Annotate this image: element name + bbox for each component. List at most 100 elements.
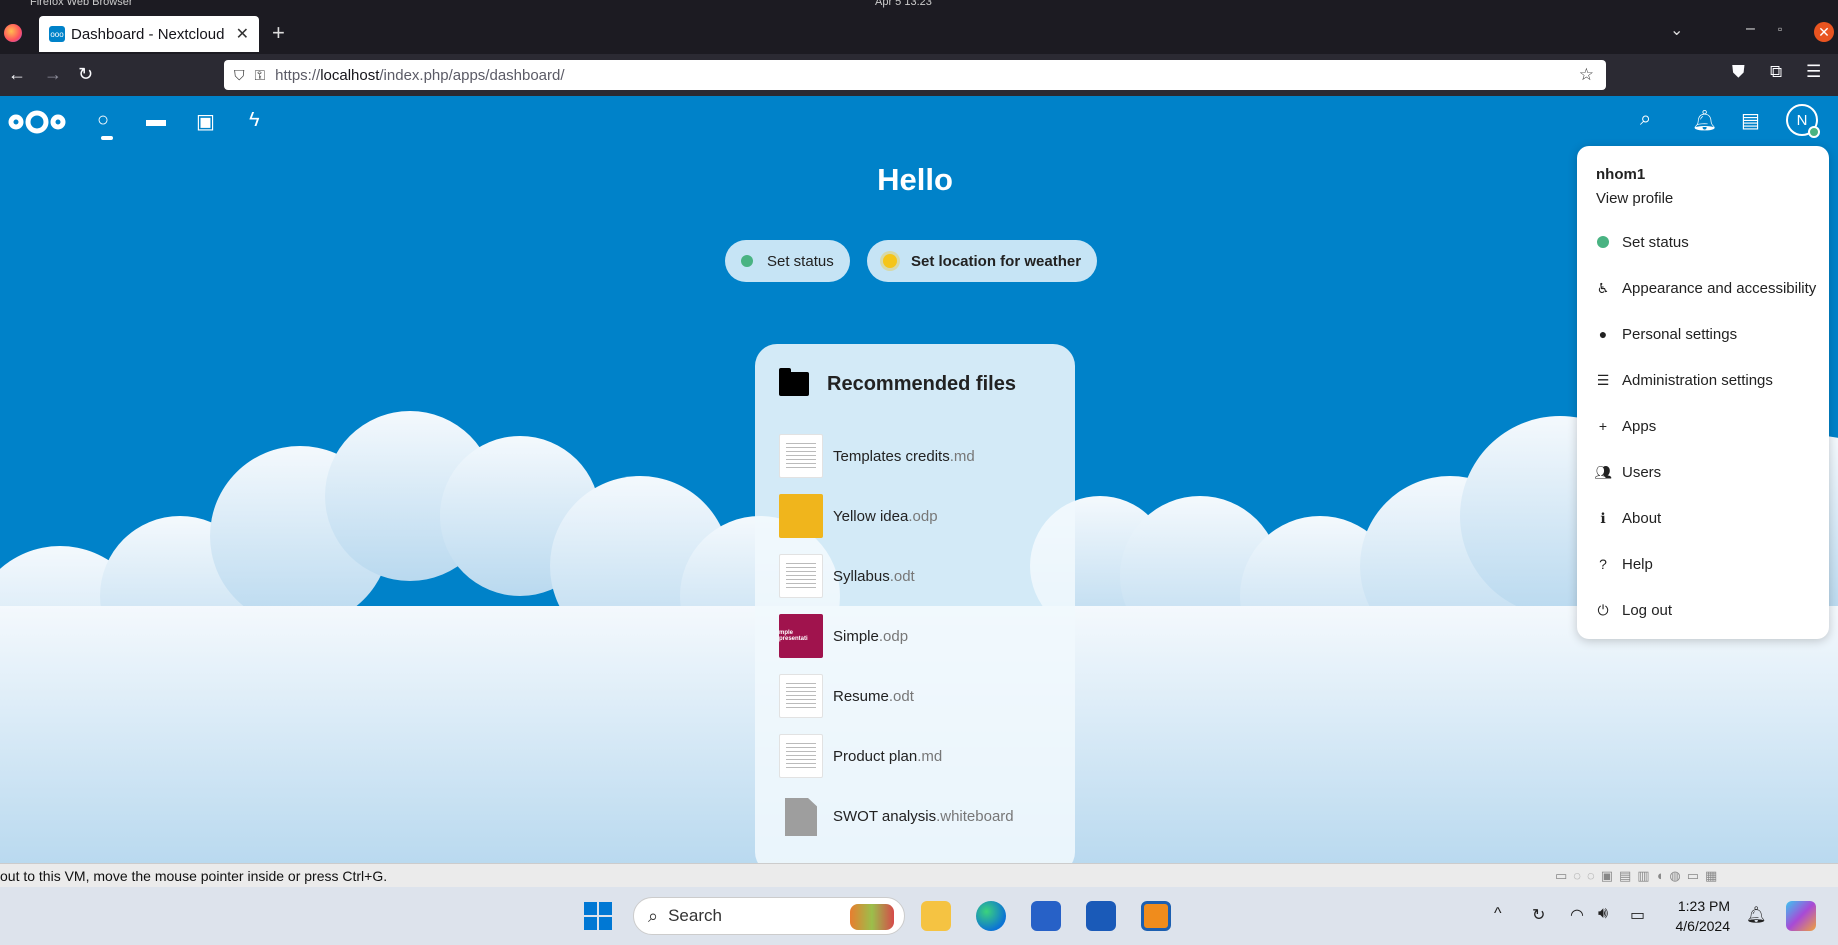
file-item-templates-credits[interactable]: Templates credits .md: [779, 433, 975, 479]
file-explorer-icon[interactable]: [921, 901, 951, 931]
tab-close-icon[interactable]: ✕: [236, 24, 249, 44]
minimize-button[interactable]: –: [1746, 20, 1755, 38]
windows-taskbar: ⌕ Search ^ ↻ ◠ 🔊︎ ▭ 1:23 PM 4/6/2024 🔔︎: [0, 887, 1838, 945]
vm-device-icons[interactable]: ▭◌◌▣▤▥◖◍▭▦: [1555, 868, 1723, 884]
notification-bell-icon[interactable]: 🔔︎: [1746, 905, 1766, 925]
taskbar-search-box[interactable]: ⌕ Search: [633, 897, 905, 935]
file-item-syllabus[interactable]: Syllabus .odt: [779, 553, 915, 599]
vm-status-bar: out to this VM, move the mouse pointer i…: [0, 863, 1838, 887]
thumb-text: mple presentati: [779, 630, 808, 642]
sync-icon[interactable]: ↻: [1532, 905, 1545, 925]
windows-start-icon[interactable]: [584, 902, 612, 930]
avatar-status-dot: [1808, 126, 1820, 138]
set-status-button[interactable]: Set status: [725, 240, 850, 282]
taskbar-search-label: Search: [668, 906, 722, 925]
menu-item-label: Personal settings: [1622, 325, 1738, 343]
notifications-bell-icon[interactable]: 🔔︎: [1692, 108, 1717, 133]
accessibility-icon: ♿︎: [1596, 279, 1610, 296]
firefox-icon[interactable]: [4, 24, 22, 42]
store-icon[interactable]: [1086, 901, 1116, 931]
os-clock: Apr 5 13:23: [875, 0, 932, 8]
view-profile-link[interactable]: View profile: [1596, 190, 1673, 207]
vm-message: out to this VM, move the mouse pointer i…: [0, 868, 388, 884]
tray-chevron-icon[interactable]: ^: [1494, 905, 1502, 923]
extensions-icon[interactable]: ⧉: [1770, 62, 1782, 82]
files-app-icon[interactable]: ▬: [146, 109, 166, 132]
contacts-icon[interactable]: ▤: [1741, 108, 1760, 133]
file-item-product-plan[interactable]: Product plan .md: [779, 733, 942, 779]
battery-icon[interactable]: ▭: [1630, 905, 1645, 925]
dashboard-app-icon[interactable]: ○: [97, 109, 114, 140]
tab-list-chevron-icon[interactable]: ⌄: [1670, 20, 1683, 40]
wifi-icon[interactable]: ◠: [1570, 905, 1584, 925]
status-dot-icon: [1597, 236, 1609, 248]
nextcloud-logo-icon[interactable]: [6, 108, 68, 136]
menu-item-logout[interactable]: ⏻ Log out: [1594, 598, 1672, 622]
os-app-name: Firefox Web Browser: [30, 0, 133, 8]
menu-item-set-status[interactable]: Set status: [1594, 230, 1689, 254]
photos-app-icon[interactable]: ▣: [196, 109, 215, 134]
menu-item-apps[interactable]: + Apps: [1594, 414, 1656, 438]
file-name: Templates credits: [833, 447, 950, 465]
file-thumbnail: [779, 734, 823, 778]
restore-button[interactable]: ▫: [1778, 22, 1782, 36]
file-item-swot-analysis[interactable]: SWOT analysis .whiteboard: [779, 793, 1014, 839]
reload-icon[interactable]: ↻: [78, 64, 93, 85]
menu-item-help[interactable]: ? Help: [1594, 552, 1653, 576]
forward-icon[interactable]: →: [44, 64, 62, 85]
menu-item-label: Set status: [1622, 233, 1689, 251]
avatar-initial: N: [1796, 111, 1808, 129]
menu-item-users[interactable]: 👥︎ Users: [1594, 460, 1661, 484]
user-menu-dropdown: nhom1 View profile Set status ♿︎ Appeara…: [1577, 146, 1829, 639]
person-icon: ●: [1598, 326, 1608, 342]
back-icon[interactable]: ←: [8, 64, 26, 85]
taskbar-clock[interactable]: 1:23 PM 4/6/2024: [1660, 896, 1731, 936]
pocket-icon[interactable]: ⛊: [1732, 62, 1745, 82]
panel-header: Recommended files: [779, 368, 1016, 396]
file-thumbnail: [779, 674, 823, 718]
url-bar[interactable]: ⛉ ⚿ https://localhost/index.php/apps/das…: [224, 60, 1606, 90]
copilot-icon[interactable]: [1786, 901, 1816, 931]
help-icon: ?: [1599, 556, 1607, 572]
nextcloud-favicon-icon: ooo: [49, 26, 65, 42]
nextcloud-header: ○ ▬ ▣ ϟ ⌕ 🔔︎ ▤ N: [0, 96, 1838, 146]
greeting-title: Hello: [877, 162, 953, 197]
menu-item-label: Help: [1622, 555, 1653, 573]
file-ext: .whiteboard: [936, 807, 1014, 825]
menu-hamburger-icon[interactable]: ☰: [1806, 62, 1821, 82]
menu-item-admin-settings[interactable]: ☰ Administration settings: [1594, 368, 1773, 392]
browser-tab-dashboard[interactable]: ooo Dashboard - Nextcloud ✕: [39, 16, 259, 52]
activity-app-icon[interactable]: ϟ: [249, 109, 260, 132]
file-generic-icon: [779, 794, 823, 838]
file-ext: .md: [949, 447, 975, 465]
new-tab-button[interactable]: +: [272, 20, 285, 46]
menu-item-personal-settings[interactable]: ● Personal settings: [1594, 322, 1737, 346]
virtualbox-icon[interactable]: [1141, 901, 1171, 931]
plus-icon: +: [1598, 418, 1608, 434]
info-icon: ℹ: [1600, 509, 1606, 526]
volume-icon[interactable]: 🔊︎: [1598, 905, 1608, 923]
power-icon: ⏻: [1597, 601, 1609, 618]
menu-item-about[interactable]: ℹ About: [1594, 506, 1661, 530]
users-icon: 👥︎: [1594, 463, 1612, 480]
tracking-shield-icon[interactable]: ⛉: [234, 67, 245, 84]
bookmark-star-icon[interactable]: ☆: [1579, 65, 1594, 85]
weather-label: Set location for weather: [911, 252, 1082, 270]
window-close-button[interactable]: ✕: [1814, 22, 1834, 42]
file-name: SWOT analysis: [833, 807, 937, 825]
taskbar-date: 4/6/2024: [1675, 918, 1731, 934]
file-item-yellow-idea[interactable]: Yellow idea .odp: [779, 493, 938, 539]
search-icon[interactable]: ⌕: [1640, 108, 1651, 131]
app-icon-1[interactable]: [1031, 901, 1061, 931]
recommended-files-panel: Recommended files Templates credits .md Y…: [755, 344, 1075, 863]
search-icon: ⌕: [648, 905, 659, 926]
edge-browser-icon[interactable]: [976, 901, 1006, 931]
menu-item-appearance[interactable]: ♿︎ Appearance and accessibility: [1594, 276, 1817, 300]
file-item-simple[interactable]: mple presentati Simple .odp: [779, 613, 908, 659]
site-info-icon[interactable]: ⚿: [255, 67, 266, 84]
file-ext: .odp: [908, 507, 938, 525]
file-name: Yellow idea: [833, 507, 909, 525]
file-name: Simple: [833, 627, 879, 645]
file-item-resume[interactable]: Resume .odt: [779, 673, 914, 719]
weather-location-button[interactable]: Set location for weather: [867, 240, 1098, 282]
